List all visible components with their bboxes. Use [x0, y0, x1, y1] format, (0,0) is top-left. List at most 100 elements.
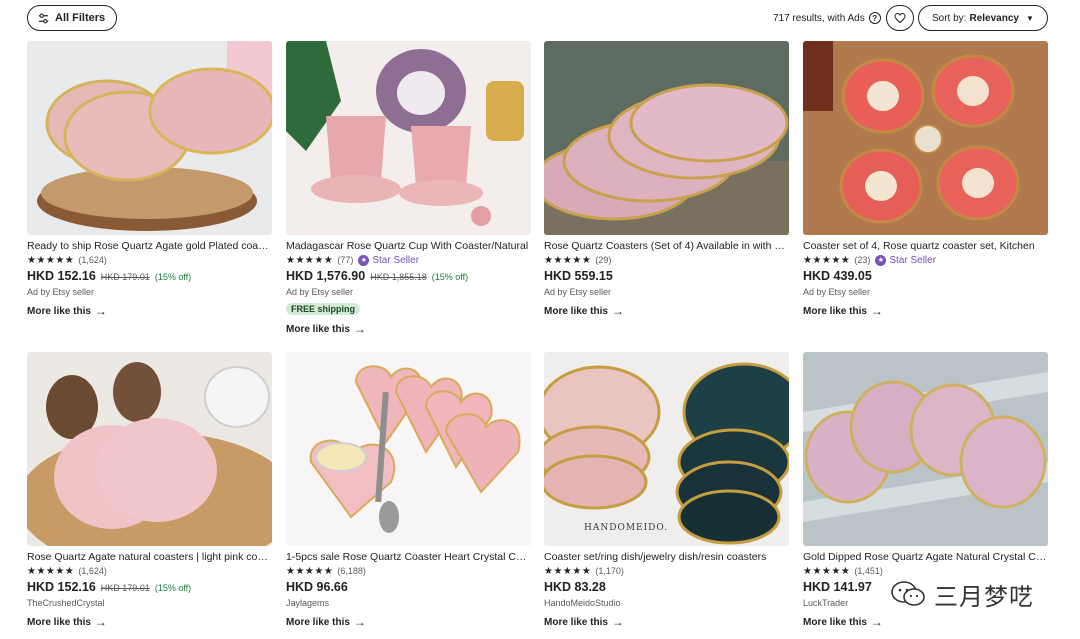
caret-down-icon: ▼	[1025, 13, 1034, 23]
more-like-this-link[interactable]: More like this →	[803, 615, 1048, 629]
listing-card[interactable]: Rose Quartz Agate natural coasters | lig…	[27, 352, 272, 629]
listing-image[interactable]	[803, 41, 1048, 235]
star-seller-icon: ★	[875, 254, 887, 266]
star-rating-icon: ★★★★★	[544, 254, 592, 266]
more-like-this-label: More like this	[544, 305, 608, 317]
listing-card[interactable]: Ready to ship Rose Quartz Agate gold Pla…	[27, 41, 272, 318]
listing-image[interactable]	[27, 41, 272, 235]
results-count-text: 717 results, with Ads	[773, 12, 865, 24]
price: HKD 439.05	[803, 269, 872, 283]
listing-image[interactable]	[803, 352, 1048, 546]
arrow-right-icon: →	[870, 304, 883, 318]
price: HKD 1,576.90	[286, 269, 366, 283]
results-toolbar: All Filters 717 results, with Ads ? Sort…	[0, 0, 1080, 38]
more-like-this-link[interactable]: More like this →	[27, 615, 272, 629]
more-like-this-link[interactable]: More like this →	[27, 304, 272, 318]
all-filters-button[interactable]: All Filters	[27, 5, 118, 31]
rating-count: (23)	[854, 255, 871, 265]
rating-count: (1,624)	[78, 566, 107, 576]
more-like-this-link[interactable]: More like this →	[544, 304, 789, 318]
star-seller-badge: ★ Star Seller	[358, 254, 420, 266]
star-rating-icon: ★★★★★	[803, 565, 851, 577]
arrow-right-icon: →	[611, 304, 624, 318]
listing-rating: ★★★★★ (77) ★ Star Seller	[286, 254, 531, 266]
star-rating-icon: ★★★★★	[286, 565, 334, 577]
more-like-this-label: More like this	[803, 305, 867, 317]
sort-prefix: Sort by:	[932, 12, 967, 24]
price: HKD 96.66	[286, 580, 348, 594]
listing-image[interactable]	[544, 41, 789, 235]
filter-sliders-icon	[38, 13, 49, 23]
free-shipping-badge: FREE shipping	[286, 303, 360, 315]
listing-image[interactable]: HANDOMEIDO.	[544, 352, 789, 546]
arrow-right-icon: →	[353, 615, 366, 629]
star-seller-badge: ★ Star Seller	[875, 254, 936, 266]
more-like-this-link[interactable]: More like this →	[803, 304, 1048, 318]
star-rating-icon: ★★★★★	[27, 254, 75, 266]
watermark-text: 三月梦呓	[934, 582, 1034, 611]
original-price: HKD 1,855.18	[370, 272, 427, 282]
listing-card[interactable]: Madagascar Rose Quartz Cup With Coaster/…	[286, 41, 531, 336]
listing-rating: ★★★★★ (1,624)	[27, 565, 272, 577]
listing-rating: ★★★★★ (1,170)	[544, 565, 789, 577]
listing-card[interactable]: Rose Quartz Coasters (Set of 4) Availabl…	[544, 41, 789, 318]
price: HKD 141.97	[803, 580, 872, 594]
listing-title[interactable]: Gold Dipped Rose Quartz Agate Natural Cr…	[803, 551, 1048, 564]
price-row: HKD 83.28	[544, 580, 789, 596]
listing-card[interactable]: Coaster set of 4, Rose quartz coaster se…	[803, 41, 1048, 318]
shop-name[interactable]: Jaylagems	[286, 598, 531, 610]
listing-title[interactable]: 1-5pcs sale Rose Quartz Coaster Heart Cr…	[286, 551, 531, 564]
star-seller-label: Star Seller	[372, 254, 420, 266]
listing-title[interactable]: Rose Quartz Agate natural coasters | lig…	[27, 551, 272, 564]
price-row: HKD 1,576.90 HKD 1,855.18 (15% off)	[286, 269, 531, 285]
wechat-icon	[891, 581, 925, 606]
listing-card[interactable]: HANDOMEIDO. Coaster set/ring dish/jewelr…	[544, 352, 789, 629]
more-like-this-link[interactable]: More like this →	[286, 615, 531, 629]
discount: (15% off)	[154, 583, 192, 593]
shop-name[interactable]: TheCrushedCrystal	[27, 598, 272, 610]
more-like-this-label: More like this	[286, 616, 350, 628]
listing-image[interactable]	[286, 352, 531, 546]
watermark: 三月梦呓	[890, 574, 1050, 614]
listing-rating: ★★★★★ (1,624)	[27, 254, 272, 266]
listing-title[interactable]: Madagascar Rose Quartz Cup With Coaster/…	[286, 240, 531, 253]
rating-count: (1,451)	[854, 566, 883, 576]
star-rating-icon: ★★★★★	[27, 565, 75, 577]
more-like-this-link[interactable]: More like this →	[286, 322, 531, 336]
rating-count: (29)	[595, 255, 612, 265]
all-filters-label: All Filters	[55, 12, 106, 24]
rating-count: (1,624)	[78, 255, 107, 265]
question-icon[interactable]: ?	[868, 12, 881, 24]
results-count: 717 results, with Ads ?	[773, 12, 881, 24]
discount: (15% off)	[431, 272, 469, 282]
seller-line: Ad by Etsy seller	[544, 287, 612, 297]
more-like-this-link[interactable]: More like this →	[544, 615, 789, 629]
listing-image[interactable]	[27, 352, 272, 546]
more-like-this-label: More like this	[286, 323, 350, 335]
listing-title[interactable]: Ready to ship Rose Quartz Agate gold Pla…	[27, 240, 272, 253]
price: HKD 83.28	[544, 580, 606, 594]
save-search-button[interactable]	[886, 5, 914, 31]
listing-rating: ★★★★★ (29)	[544, 254, 789, 266]
listing-title[interactable]: Coaster set of 4, Rose quartz coaster se…	[803, 240, 1048, 253]
sort-dropdown[interactable]: Sort by: Relevancy ▼	[918, 5, 1048, 31]
listing-card[interactable]: 1-5pcs sale Rose Quartz Coaster Heart Cr…	[286, 352, 531, 629]
rating-count: (77)	[337, 255, 354, 265]
star-rating-icon: ★★★★★	[286, 254, 334, 266]
listing-rating: ★★★★★ (23) ★ Star Seller	[803, 254, 1048, 266]
star-rating-icon: ★★★★★	[803, 254, 851, 266]
star-seller-icon: ★	[358, 254, 370, 266]
price: HKD 559.15	[544, 269, 613, 283]
arrow-right-icon: →	[611, 615, 624, 629]
listing-title[interactable]: Rose Quartz Coasters (Set of 4) Availabl…	[544, 240, 789, 253]
listing-image[interactable]	[286, 41, 531, 235]
price-row: HKD 152.16 HKD 179.01 (15% off)	[27, 269, 272, 285]
star-rating-icon: ★★★★★	[544, 565, 592, 577]
listing-title[interactable]: Coaster set/ring dish/jewelry dish/resin…	[544, 551, 789, 564]
arrow-right-icon: →	[353, 322, 366, 336]
shop-name[interactable]: HandoMeidoStudio	[544, 598, 789, 610]
price: HKD 152.16	[27, 269, 96, 283]
heart-icon	[894, 12, 906, 24]
seller-line: Ad by Etsy seller	[27, 287, 95, 297]
more-like-this-label: More like this	[27, 616, 91, 628]
